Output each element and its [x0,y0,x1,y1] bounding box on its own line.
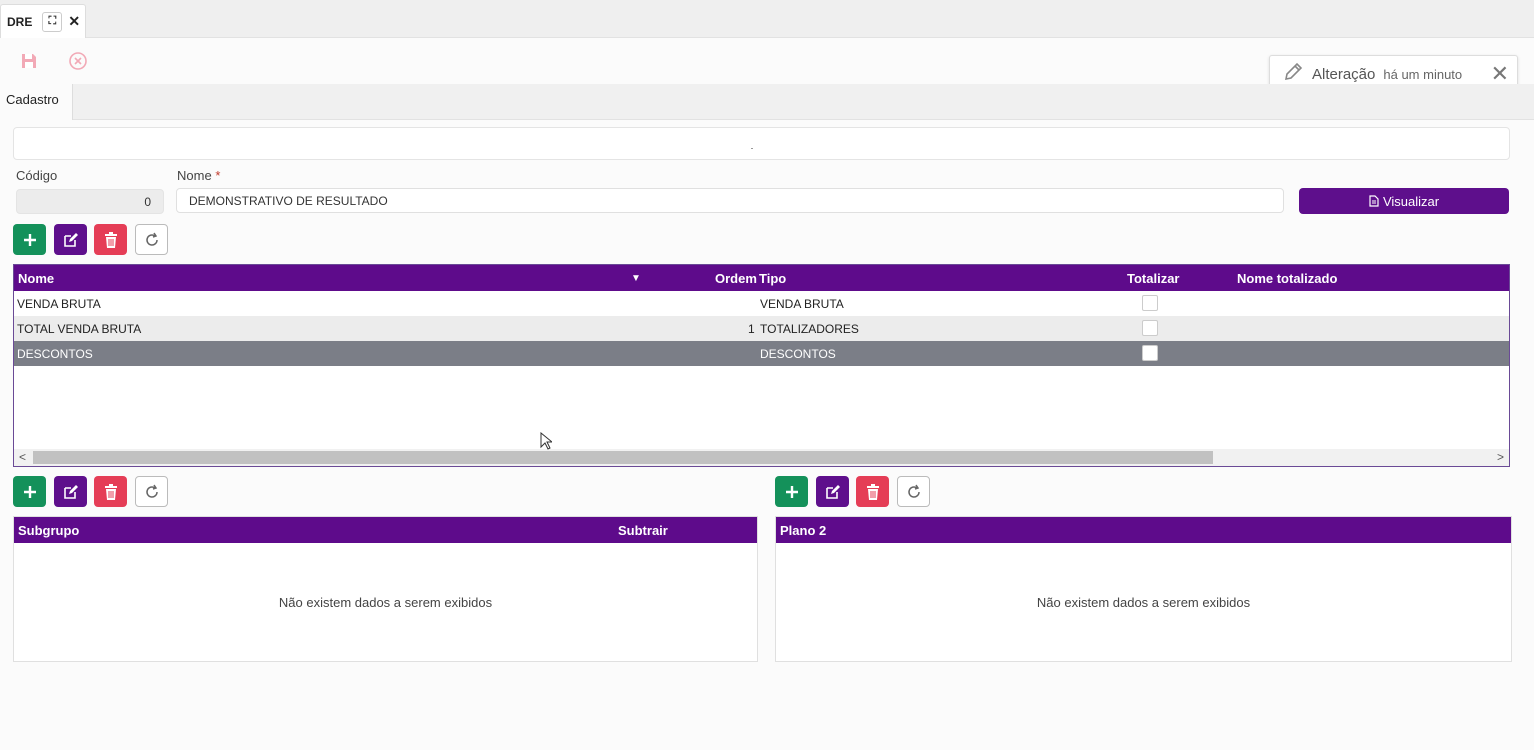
nome-field[interactable]: DEMONSTRATIVO DE RESULTADO [176,188,1284,213]
add-button[interactable] [13,224,46,255]
refresh-icon [145,484,158,498]
scrollbar-thumb[interactable] [33,451,1213,464]
col-ordem[interactable]: Ordem [715,271,757,286]
col-subtrair[interactable]: Subtrair [618,523,668,538]
nome-label-text: Nome [177,168,212,183]
section-tabs: Cadastro [0,84,1534,120]
codigo-field[interactable]: 0 [16,189,164,214]
cell-nome: TOTAL VENDA BRUTA [17,322,142,336]
subgrupo-edit-button[interactable] [54,476,87,507]
table-row[interactable]: VENDA BRUTA VENDA BRUTA [14,291,1509,316]
visualizar-button[interactable]: Visualizar [1299,188,1509,214]
cancel-icon[interactable] [67,50,89,72]
scroll-left-icon[interactable]: < [19,450,26,464]
cell-tipo: DESCONTOS [760,347,836,361]
plano-refresh-button[interactable] [897,476,930,507]
notification-title: Alteração [1312,66,1376,83]
col-nome[interactable]: Nome [18,271,54,286]
notification-close-icon[interactable]: ✕ [1491,63,1509,85]
totalizar-checkbox[interactable] [1142,295,1158,311]
info-strip [13,127,1510,160]
tab-cadastro[interactable]: Cadastro [0,84,73,120]
plus-icon [785,485,798,498]
dre-lines-grid: Nome ▼ Ordem Tipo Totalizar Nome totaliz… [13,264,1510,467]
plus-icon [23,485,36,498]
mouse-cursor-icon [540,431,554,455]
horizontal-scrollbar[interactable]: < > [14,449,1509,466]
totalizar-checkbox[interactable] [1142,345,1158,361]
refresh-icon [145,232,158,246]
window-tab-dre[interactable]: DRE ⛶ ✕ [0,4,86,38]
refresh-icon [907,484,920,498]
trash-icon [866,483,879,500]
close-icon[interactable]: ✕ [68,13,80,30]
grid-header: Nome ▼ Ordem Tipo Totalizar Nome totaliz… [14,265,1509,291]
required-marker: * [215,168,221,183]
plano-grid: Plano 2 Não existem dados a serem exibid… [775,516,1512,662]
totalizar-checkbox[interactable] [1142,320,1158,336]
cell-tipo: TOTALIZADORES [760,322,859,336]
trash-icon [104,231,117,248]
edit-icon [63,232,78,247]
col-totalizar[interactable]: Totalizar [1127,271,1180,286]
subgrupo-delete-button[interactable] [94,476,127,507]
nome-label: Nome * [177,168,220,183]
edit-icon [63,484,78,499]
plano-delete-button[interactable] [856,476,889,507]
table-row-selected[interactable]: DESCONTOS DESCONTOS [14,341,1509,366]
scroll-right-icon[interactable]: > [1497,450,1504,464]
dre-window: DRE ⛶ ✕ Alteração há um minuto ✕ Cadastr… [0,0,1534,750]
plano-edit-button[interactable] [816,476,849,507]
sort-desc-icon[interactable]: ▼ [631,273,641,284]
col-nome-totalizado[interactable]: Nome totalizado [1237,271,1337,286]
maximize-icon[interactable]: ⛶ [42,11,63,32]
cell-nome: DESCONTOS [17,347,93,361]
window-tab-title: DRE [7,14,33,29]
col-tipo[interactable]: Tipo [759,271,786,286]
col-plano-2[interactable]: Plano 2 [780,523,826,538]
empty-message: Não existem dados a serem exibidos [1036,595,1251,610]
codigo-label: Código [16,168,58,183]
plano-grid-header: Plano 2 [776,517,1511,543]
edit-icon [825,484,840,499]
notification-time: há um minuto [1383,67,1463,82]
empty-message: Não existem dados a serem exibidos [278,595,493,610]
document-icon [1369,195,1379,207]
cell-tipo: VENDA BRUTA [760,297,844,311]
refresh-button[interactable] [135,224,168,255]
trash-icon [104,483,117,500]
window-tab-bar: DRE ⛶ ✕ [0,0,1534,38]
subgrupo-grid: Subgrupo Subtrair Não existem dados a se… [13,516,758,662]
edit-button[interactable] [54,224,87,255]
cell-nome: VENDA BRUTA [17,297,101,311]
visualizar-label: Visualizar [1382,193,1440,209]
plano-add-button[interactable] [775,476,808,507]
col-subgrupo[interactable]: Subgrupo [18,523,79,538]
subgrupo-grid-header: Subgrupo Subtrair [14,517,757,543]
table-row[interactable]: TOTAL VENDA BRUTA 1 TOTALIZADORES [14,316,1509,341]
delete-button[interactable] [94,224,127,255]
plus-icon [23,233,36,246]
subgrupo-add-button[interactable] [13,476,46,507]
save-icon[interactable] [18,50,40,72]
subgrupo-refresh-button[interactable] [135,476,168,507]
cell-ordem: 1 [748,322,755,336]
